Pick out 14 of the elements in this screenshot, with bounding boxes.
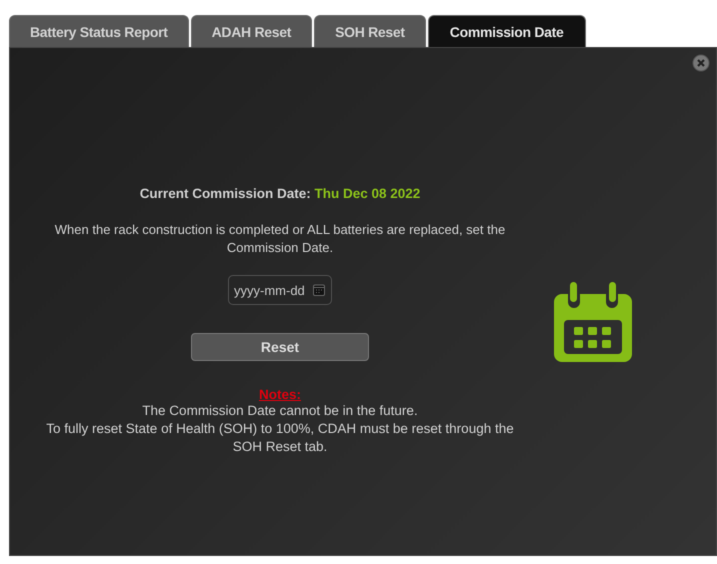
instruction-text: When the rack construction is completed or ALL batteries are replaced, set the Commission Date. [54,221,506,257]
date-field[interactable]: yyyy-mm-dd [228,275,332,305]
notes-heading: Notes: [258,387,301,402]
tab[interactable]: SOH Reset [314,15,426,47]
note-text: The Commission Date cannot be in the future. [141,402,419,420]
calendar-icon [554,282,632,362]
tab[interactable]: Commission Date [428,15,586,47]
tab[interactable]: ADAH Reset [190,15,312,47]
tab[interactable]: Battery Status Report [9,15,189,47]
note-text: To fully reset State of Health (SOH) to 100%, CDAH must be reset through the SOH Reset tab. [45,420,515,456]
calendar-icon[interactable] [313,284,325,296]
close-icon[interactable] [692,54,710,72]
current-date-text: Current Commission Date: Thu Dec 08 2022 [140,186,420,201]
reset-button[interactable]: Reset [191,333,369,361]
